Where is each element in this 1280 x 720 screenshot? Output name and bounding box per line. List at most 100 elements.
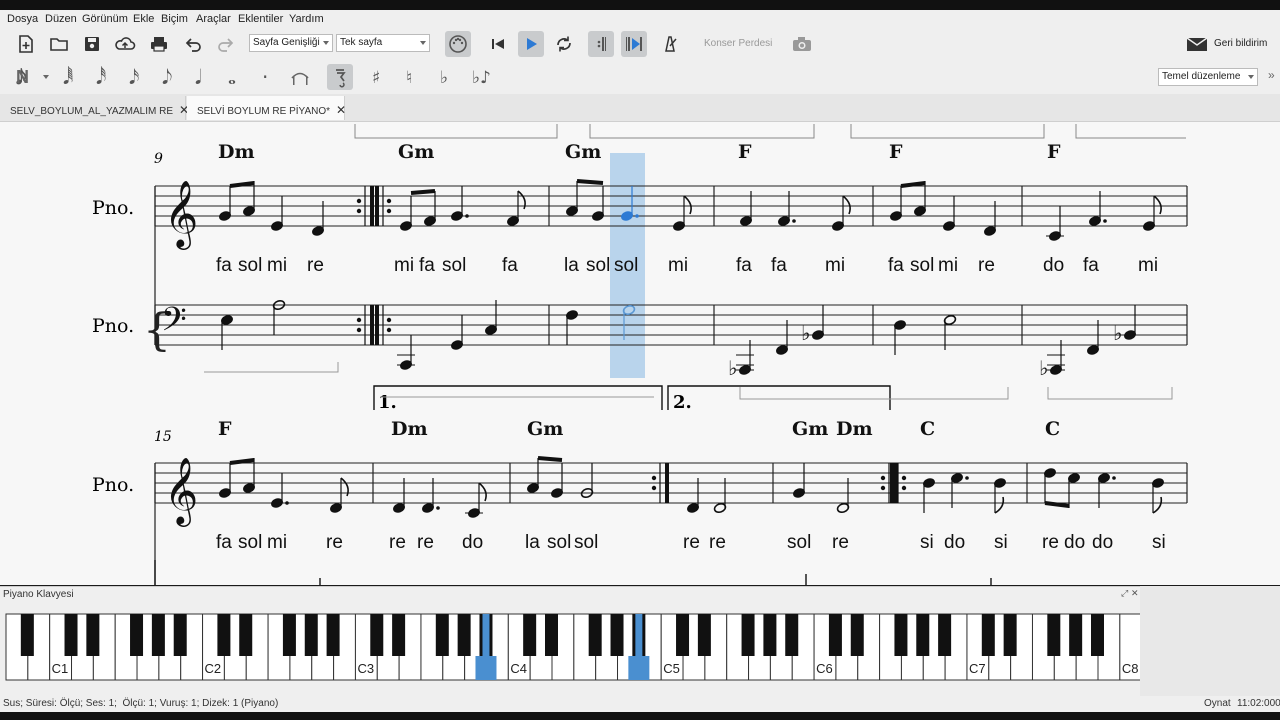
piano-black-key: [282, 614, 296, 656]
image-capture-button[interactable]: [789, 31, 815, 57]
lyric-syllable: re: [417, 532, 434, 553]
sharp-icon[interactable]: ♯: [372, 67, 380, 89]
play-repeats-button[interactable]: [621, 31, 647, 57]
workspace-select[interactable]: Temel düzenleme: [1158, 68, 1258, 86]
note-flag: [683, 195, 692, 215]
play-repeats-icon: [626, 37, 642, 51]
lyric-syllable: sol: [238, 532, 262, 553]
lyric-syllable: si: [920, 532, 934, 553]
bass-staff-system1: 𝄢 ♭ ♭ ♭ ♭: [154, 299, 1188, 380]
octave-label: C5: [663, 661, 680, 676]
feedback-button[interactable]: Geri bildirim: [1186, 36, 1276, 54]
menu-plugins[interactable]: Eklentiler: [238, 13, 283, 25]
repeat-dot: [651, 475, 657, 481]
repeat-dot: [386, 317, 392, 323]
open-file-button[interactable]: [46, 31, 72, 57]
piano-black-key: [894, 614, 908, 656]
print-button[interactable]: [146, 31, 172, 57]
new-file-button[interactable]: [13, 31, 39, 57]
octave-label: C1: [52, 661, 69, 676]
metronome-start-button[interactable]: [588, 31, 614, 57]
chord-symbol: Gm: [792, 418, 828, 440]
menu-bar: Dosya Düzen Görünüm Ekle Biçim Araçlar E…: [0, 10, 1280, 28]
piano-keyboard[interactable]: C1 C2 C3 C4 C5 C6 C7 C8: [0, 597, 1140, 697]
undo-button[interactable]: [180, 31, 206, 57]
sixteenth-note-icon[interactable]: 𝅘𝅥𝅯: [129, 66, 139, 88]
page-mode-select[interactable]: Tek sayfa: [336, 34, 430, 52]
repeat-bar-thick: [665, 463, 669, 503]
repeat-dot: [356, 208, 362, 214]
note-flag: [842, 195, 851, 215]
whole-note-icon[interactable]: 𝅝: [228, 66, 236, 88]
playback-mode: Oynat: [1204, 698, 1231, 709]
pan-score-button[interactable]: [657, 31, 683, 57]
lyric-syllable: sol: [614, 255, 638, 276]
thirtysecond-note-icon[interactable]: 𝅘𝅥𝅰: [96, 66, 106, 88]
score-page[interactable]: 9 Pno. Pno. { 𝄞 𝄢♭♭♭♭ Dm Gm Gm F F F fa sol mi r…: [0, 122, 1280, 585]
printer-icon: [151, 37, 167, 52]
menu-add[interactable]: Ekle: [133, 13, 154, 25]
score-canvas[interactable]: 9 Pno. Pno. { 𝄞 𝄢 ♭ ♭ ♭ ♭ Dm Gm Gm F F F fa sol mi r…: [0, 122, 1280, 585]
repeat-dot: [356, 317, 362, 323]
play-button[interactable]: [518, 31, 544, 57]
octave-label: C6: [816, 661, 833, 676]
repeat-dot: [651, 485, 657, 491]
menu-edit[interactable]: Düzen: [45, 13, 77, 25]
rewind-button[interactable]: [485, 31, 511, 57]
lyric-syllable: fa: [502, 255, 518, 276]
tie-button[interactable]: [287, 64, 313, 90]
save-button[interactable]: [79, 31, 105, 57]
menu-file[interactable]: Dosya: [7, 13, 38, 25]
flip-direction-icon[interactable]: ♭♪: [472, 67, 491, 89]
lyric-syllable: re: [326, 532, 343, 553]
lyric-syllable: sol: [910, 255, 934, 276]
flat-icon[interactable]: ♭: [440, 67, 448, 89]
repeat-bar-thick: [375, 305, 379, 345]
lyric-syllable: mi: [267, 532, 287, 553]
piano-black-key: [676, 614, 690, 656]
tab-selvi-boylum-piyano[interactable]: SELVİ BOYLUM RE PİYANO* ✕: [187, 96, 346, 120]
lyric-syllable: do: [1092, 532, 1113, 553]
loop-icon: [557, 36, 571, 52]
lyric-syllable: re: [978, 255, 995, 276]
page-mode-value: Tek sayfa: [340, 37, 383, 48]
piano-black-key: [916, 614, 930, 656]
loop-button[interactable]: [551, 31, 577, 57]
repeat-dot: [880, 485, 886, 491]
close-icon[interactable]: ✕: [336, 103, 346, 117]
augmentation-dot: [285, 501, 289, 505]
piano-black-key: [217, 614, 231, 656]
tab-selv-boylum-al-yazmalim[interactable]: SELV_BOYLUM_AL_YAZMALIM RE ✕: [0, 96, 189, 120]
lyric-syllable: fa: [1083, 255, 1099, 276]
skip-back-icon: [492, 39, 504, 49]
menu-format[interactable]: Biçim: [161, 13, 188, 25]
note-input-icon[interactable]: N: [16, 67, 29, 88]
note-flag: [478, 482, 487, 502]
measure-number: 15: [154, 429, 172, 445]
eighth-note-icon[interactable]: 𝅘𝅥𝅮: [162, 66, 172, 88]
chevron-down-icon[interactable]: [43, 75, 49, 79]
empty-panel-area: [1140, 586, 1280, 696]
highlighted-key-marker: [475, 656, 497, 680]
redo-button[interactable]: [213, 31, 239, 57]
concert-pitch-toggle[interactable]: Konser Perdesi: [704, 38, 772, 49]
page-view-select[interactable]: Sayfa Genişliği: [249, 34, 333, 52]
sixtyfourth-note-icon[interactable]: 𝅘𝅥𝅱: [63, 66, 73, 88]
midi-input-button[interactable]: [445, 31, 471, 57]
cloud-save-button[interactable]: [112, 31, 138, 57]
window-top-edge: [0, 0, 1280, 10]
natural-icon[interactable]: ♮: [406, 67, 412, 89]
lyric-syllable: fa: [888, 255, 904, 276]
menu-view[interactable]: Görünüm: [82, 13, 128, 25]
menu-help[interactable]: Yardım: [289, 13, 324, 25]
menu-tools[interactable]: Araçlar: [196, 13, 231, 25]
measure-number: 9: [154, 151, 163, 167]
toolbar-overflow-icon[interactable]: »: [1268, 68, 1275, 82]
note-beam: [537, 456, 563, 462]
cloud-upload-icon: [115, 37, 136, 50]
rest-button[interactable]: [327, 64, 353, 90]
quarter-note-icon[interactable]: 𝅘𝅥: [195, 66, 201, 88]
lyric-syllable: mi: [668, 255, 688, 276]
lyric-syllable: do: [462, 532, 483, 553]
augmentation-dot-icon[interactable]: ·: [262, 66, 268, 88]
